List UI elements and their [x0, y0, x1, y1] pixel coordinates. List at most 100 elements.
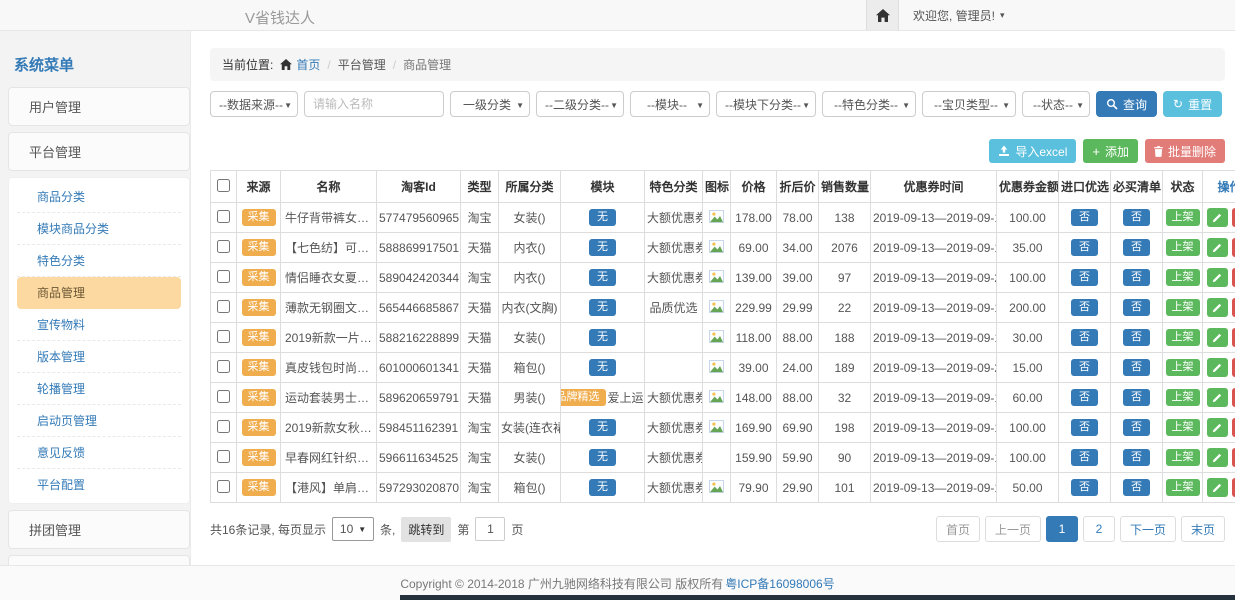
must-buy-toggle[interactable]: 否 [1123, 479, 1150, 497]
search-button[interactable]: 查询 [1096, 91, 1157, 117]
filter-select[interactable]: 一级分类▼ [450, 91, 530, 117]
import-select-toggle[interactable]: 否 [1071, 479, 1098, 497]
import-select-toggle[interactable]: 否 [1071, 209, 1098, 227]
delete-button[interactable] [1232, 448, 1235, 467]
import-select-toggle[interactable]: 否 [1071, 449, 1098, 467]
status-badge[interactable]: 上架 [1166, 389, 1200, 407]
delete-button[interactable] [1232, 478, 1235, 497]
select-all-checkbox[interactable] [217, 179, 230, 192]
reset-button[interactable]: ↻重置 [1163, 91, 1222, 117]
home-button[interactable] [866, 0, 899, 30]
filter-select[interactable]: --数据来源--▼ [210, 91, 298, 117]
import-select-toggle[interactable]: 否 [1071, 329, 1098, 347]
page-button[interactable]: 上一页 [985, 516, 1041, 542]
must-buy-toggle[interactable]: 否 [1123, 209, 1150, 227]
edit-button[interactable] [1207, 328, 1228, 347]
status-badge[interactable]: 上架 [1166, 419, 1200, 437]
filter-select[interactable]: --状态--▼ [1022, 91, 1090, 117]
import-select-toggle[interactable]: 否 [1071, 239, 1098, 257]
batch-delete-button[interactable]: 批量删除 [1145, 139, 1225, 163]
delete-button[interactable] [1232, 208, 1235, 227]
sidebar-subitem[interactable]: 平台配置 [17, 469, 181, 500]
sidebar-subitem[interactable]: 模块商品分类 [17, 213, 181, 245]
sidebar-subitem[interactable]: 特色分类 [17, 245, 181, 277]
breadcrumb-home-link[interactable]: 首页 [280, 56, 320, 73]
edit-button[interactable] [1207, 238, 1228, 257]
delete-button[interactable] [1232, 358, 1235, 377]
sidebar-subitem[interactable]: 宣传物料 [17, 309, 181, 341]
import-select-toggle[interactable]: 否 [1071, 419, 1098, 437]
jump-page-input[interactable] [475, 517, 505, 541]
sidebar-subitem[interactable]: 商品管理 [17, 277, 181, 309]
status-badge[interactable]: 上架 [1166, 239, 1200, 257]
page-button[interactable]: 末页 [1181, 516, 1225, 542]
row-checkbox[interactable] [217, 300, 230, 313]
status-badge[interactable]: 上架 [1166, 329, 1200, 347]
filter-select[interactable]: --二级分类--▼ [536, 91, 624, 117]
sidebar-item[interactable]: 用户管理 [8, 87, 190, 126]
edit-button[interactable] [1207, 418, 1228, 437]
filter-select[interactable]: --宝贝类型--▼ [922, 91, 1016, 117]
name-search-input[interactable] [304, 91, 444, 117]
page-button[interactable]: 首页 [936, 516, 980, 542]
must-buy-toggle[interactable]: 否 [1123, 449, 1150, 467]
status-badge[interactable]: 上架 [1166, 269, 1200, 287]
delete-button[interactable] [1232, 388, 1235, 407]
status-badge[interactable]: 上架 [1166, 299, 1200, 317]
row-checkbox[interactable] [217, 420, 230, 433]
import-select-toggle[interactable]: 否 [1071, 389, 1098, 407]
import-select-toggle[interactable]: 否 [1071, 299, 1098, 317]
edit-button[interactable] [1207, 358, 1228, 377]
row-checkbox[interactable] [217, 450, 230, 463]
import-select-toggle[interactable]: 否 [1071, 269, 1098, 287]
status-badge[interactable]: 上架 [1166, 359, 1200, 377]
page-button[interactable]: 1 [1046, 516, 1078, 542]
status-badge[interactable]: 上架 [1166, 479, 1200, 497]
row-checkbox[interactable] [217, 240, 230, 253]
sidebar-subitem[interactable]: 启动页管理 [17, 405, 181, 437]
must-buy-toggle[interactable]: 否 [1123, 389, 1150, 407]
row-checkbox[interactable] [217, 210, 230, 223]
sidebar-subitem[interactable]: 版本管理 [17, 341, 181, 373]
must-buy-toggle[interactable]: 否 [1123, 419, 1150, 437]
page-button[interactable]: 2 [1083, 516, 1115, 542]
sidebar-item[interactable]: 拼团管理 [8, 510, 190, 549]
import-select-toggle[interactable]: 否 [1071, 359, 1098, 377]
status-badge[interactable]: 上架 [1166, 449, 1200, 467]
row-checkbox[interactable] [217, 270, 230, 283]
row-checkbox[interactable] [217, 480, 230, 493]
row-checkbox[interactable] [217, 390, 230, 403]
import-excel-button[interactable]: 导入excel [989, 139, 1076, 163]
sidebar-item[interactable]: 平台管理 [8, 132, 190, 171]
jump-button[interactable]: 跳转到 [401, 517, 451, 542]
edit-button[interactable] [1207, 448, 1228, 467]
must-buy-toggle[interactable]: 否 [1123, 299, 1150, 317]
filter-select[interactable]: --模块下分类--▼ [716, 91, 816, 117]
per-page-select[interactable]: 10 ▼ [332, 517, 374, 541]
must-buy-toggle[interactable]: 否 [1123, 239, 1150, 257]
sidebar-subitem[interactable]: 商品分类 [17, 181, 181, 213]
row-checkbox[interactable] [217, 330, 230, 343]
add-button[interactable]: + 添加 [1083, 139, 1138, 163]
delete-button[interactable] [1232, 328, 1235, 347]
edit-button[interactable] [1207, 388, 1228, 407]
must-buy-toggle[interactable]: 否 [1123, 329, 1150, 347]
delete-button[interactable] [1232, 418, 1235, 437]
edit-button[interactable] [1207, 478, 1228, 497]
must-buy-toggle[interactable]: 否 [1123, 359, 1150, 377]
edit-button[interactable] [1207, 268, 1228, 287]
delete-button[interactable] [1232, 298, 1235, 317]
edit-button[interactable] [1207, 208, 1228, 227]
delete-button[interactable] [1232, 268, 1235, 287]
row-checkbox[interactable] [217, 360, 230, 373]
sidebar-subitem[interactable]: 轮播管理 [17, 373, 181, 405]
must-buy-toggle[interactable]: 否 [1123, 269, 1150, 287]
sidebar-subitem[interactable]: 意见反馈 [17, 437, 181, 469]
filter-select[interactable]: --模块--▼ [630, 91, 710, 117]
user-menu[interactable]: 欢迎您, 管理员! ▾ [913, 7, 1005, 24]
status-badge[interactable]: 上架 [1166, 209, 1200, 227]
edit-button[interactable] [1207, 298, 1228, 317]
filter-select[interactable]: --特色分类--▼ [822, 91, 916, 117]
icp-link[interactable]: 粤ICP备16098006号 [725, 575, 834, 592]
page-button[interactable]: 下一页 [1120, 516, 1176, 542]
